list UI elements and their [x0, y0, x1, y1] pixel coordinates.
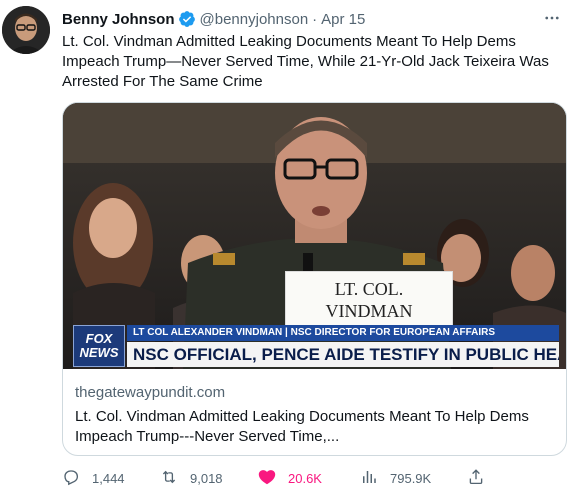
- views-count: 795.9K: [390, 470, 432, 486]
- chyron-top: LT COL ALEXANDER VINDMAN | NSC DIRECTOR …: [127, 325, 559, 341]
- retweet-button[interactable]: 9,018: [160, 465, 223, 491]
- reply-count: 1,444: [92, 470, 125, 486]
- share-button[interactable]: [467, 465, 485, 491]
- tweet-actions: 1,444 9,018 20.6K 795.9K: [62, 465, 502, 491]
- network-logo-top: FOX: [85, 331, 113, 346]
- nameplate-line1: LT. COL.: [334, 279, 404, 299]
- reply-icon: [62, 468, 80, 489]
- nameplate-line2: VINDMAN: [325, 301, 413, 321]
- author-handle[interactable]: @bennyjohnson: [200, 11, 309, 28]
- tweet-header: Benny Johnson @bennyjohnson · Apr 15: [62, 9, 365, 29]
- tweet-text: Lt. Col. Vindman Admitted Leaking Docume…: [62, 33, 549, 90]
- link-card-image[interactable]: LT. COL. VINDMAN FOX NEWS LT COL ALEXAND…: [63, 103, 566, 369]
- views-button[interactable]: 795.9K: [360, 465, 431, 491]
- retweet-icon: [160, 468, 178, 489]
- link-card-domain: thegatewaypundit.com: [75, 384, 226, 401]
- separator: ·: [312, 10, 318, 28]
- news-lower-third: FOX NEWS LT COL ALEXANDER VINDMAN | NSC …: [73, 325, 559, 367]
- chyron-main: NSC OFFICIAL, PENCE AIDE TESTIFY IN PUBL…: [127, 342, 559, 367]
- like-button[interactable]: 20.6K: [258, 465, 322, 491]
- like-count: 20.6K: [288, 470, 322, 486]
- link-card[interactable]: LT. COL. VINDMAN FOX NEWS LT COL ALEXAND…: [62, 102, 567, 456]
- timestamp[interactable]: Apr 15: [321, 11, 365, 28]
- nameplate: LT. COL. VINDMAN: [285, 271, 453, 329]
- link-card-meta: thegatewaypundit.com Lt. Col. Vindman Ad…: [75, 383, 555, 447]
- heart-icon: [258, 468, 276, 489]
- avatar[interactable]: [2, 6, 50, 54]
- network-logo: FOX NEWS: [73, 325, 125, 367]
- tweet[interactable]: Benny Johnson @bennyjohnson · Apr 15 Lt.…: [0, 0, 570, 496]
- views-icon: [360, 468, 378, 489]
- more-icon[interactable]: [542, 8, 562, 28]
- network-logo-bottom: NEWS: [79, 345, 119, 360]
- verified-badge-icon: [178, 10, 196, 28]
- retweet-count: 9,018: [190, 470, 223, 486]
- link-card-title: Lt. Col. Vindman Admitted Leaking Docume…: [75, 408, 529, 445]
- author-name[interactable]: Benny Johnson: [62, 11, 175, 28]
- reply-button[interactable]: 1,444: [62, 465, 125, 491]
- share-icon: [467, 468, 485, 489]
